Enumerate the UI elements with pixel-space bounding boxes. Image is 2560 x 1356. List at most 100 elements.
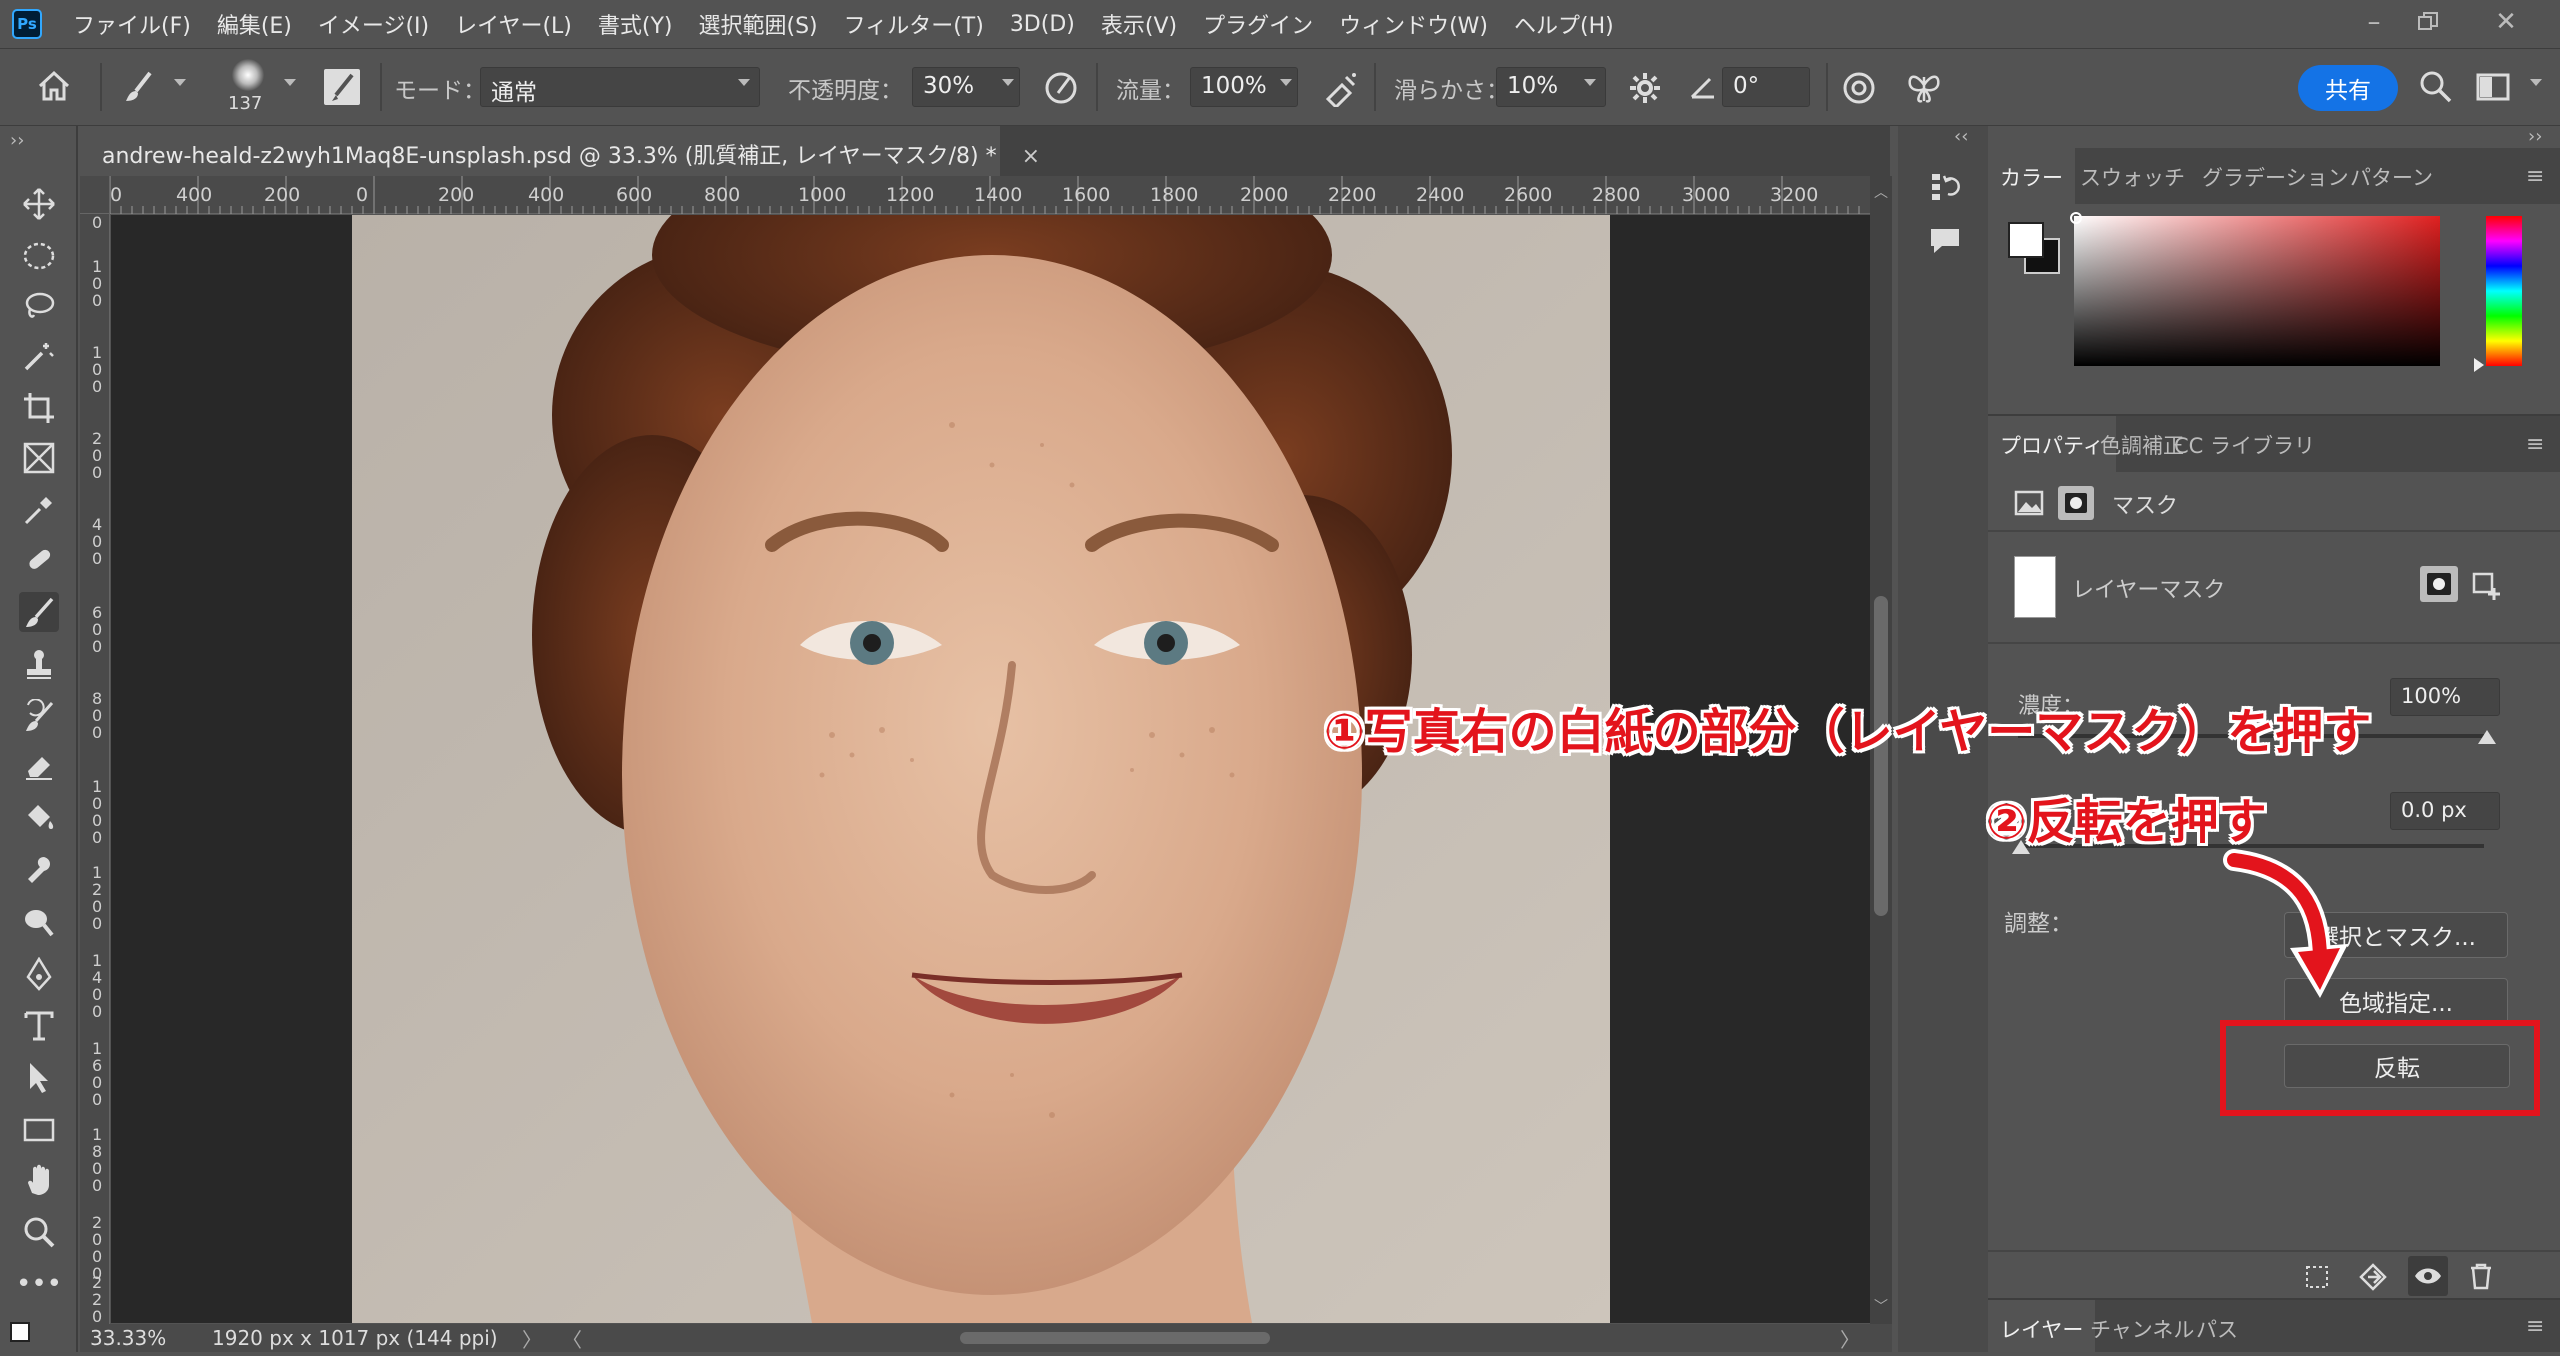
menu-select[interactable]: 選択範囲(S)	[686, 8, 831, 40]
density-input[interactable]: 100%	[2390, 678, 2500, 716]
move-tool-icon[interactable]	[19, 184, 59, 224]
rectangle-tool-icon[interactable]	[19, 1110, 59, 1150]
pressure-opacity-icon[interactable]	[1042, 69, 1080, 111]
scroll-up-icon[interactable]: ︿	[1874, 182, 1888, 202]
foreground-color-icon[interactable]	[10, 1322, 30, 1342]
paint-bucket-tool-icon[interactable]	[19, 798, 59, 838]
tab-cc-libraries[interactable]: CC ライブラリ	[2162, 416, 2327, 472]
crop-tool-icon[interactable]	[19, 388, 59, 428]
tab-paths[interactable]: パス	[2184, 1300, 2250, 1356]
symmetry-butterfly-icon[interactable]	[1904, 69, 1944, 111]
minimize-icon[interactable]: –	[2348, 0, 2400, 44]
more-tools-icon[interactable]: •••	[16, 1264, 62, 1304]
apply-pixel-mask-icon[interactable]	[2420, 566, 2458, 602]
fg-color-swatch[interactable]	[2008, 222, 2044, 258]
layer-mask-icon[interactable]	[2058, 486, 2094, 520]
menu-filter[interactable]: フィルター(T)	[831, 8, 997, 40]
ruler-label: 2400	[1416, 184, 1465, 206]
properties-panel-menu-icon[interactable]: ≡	[2526, 432, 2544, 457]
expand-dock-icon[interactable]: ‹‹	[1954, 126, 1968, 147]
scroll-down-icon[interactable]: ﹀	[1874, 1296, 1888, 1316]
hue-slider-handle[interactable]	[2474, 358, 2484, 372]
tools-panel: ›› •••	[0, 126, 78, 1352]
load-selection-icon[interactable]	[2304, 1264, 2330, 1294]
brush-panel-icon[interactable]	[324, 69, 360, 105]
tab-color[interactable]: カラー	[1988, 148, 2075, 204]
healing-brush-tool-icon[interactable]	[19, 540, 59, 580]
pressure-size-icon[interactable]	[1840, 69, 1878, 111]
opacity-input[interactable]: 30%	[912, 67, 1020, 107]
brush-tip-icon[interactable]	[232, 59, 264, 91]
menu-help[interactable]: ヘルプ(H)	[1501, 8, 1627, 40]
hand-tool-icon[interactable]	[19, 1160, 59, 1200]
menu-view[interactable]: 表示(V)	[1088, 8, 1190, 40]
tab-gradients[interactable]: グラデーション	[2190, 148, 2361, 204]
zoom-level[interactable]: 33.33%	[90, 1326, 166, 1350]
feather-input[interactable]: 0.0 px	[2390, 792, 2500, 830]
add-vector-mask-icon[interactable]	[2470, 568, 2504, 606]
zoom-tool-icon[interactable]	[19, 1212, 59, 1252]
close-window-icon[interactable]: ✕	[2480, 0, 2532, 44]
hscroll-right-icon[interactable]: 〉	[1840, 1324, 1860, 1353]
restore-icon[interactable]	[2402, 0, 2454, 44]
brush-tool-icon[interactable]	[19, 592, 59, 632]
close-document-icon[interactable]: ×	[1022, 144, 1040, 169]
color-panel-menu-icon[interactable]: ≡	[2526, 164, 2544, 189]
color-picker-field[interactable]	[2074, 216, 2440, 366]
marquee-tool-icon[interactable]	[19, 236, 59, 276]
menu-file[interactable]: ファイル(F)	[60, 8, 204, 40]
hscroll-left-icon[interactable]: 〈	[562, 1324, 582, 1353]
color-picker-cursor[interactable]	[2070, 212, 2082, 224]
airbrush-icon[interactable]	[1320, 69, 1360, 111]
menu-3d[interactable]: 3D(D)	[997, 12, 1088, 37]
comments-panel-icon[interactable]	[1928, 226, 1962, 260]
pen-tool-icon[interactable]	[19, 954, 59, 994]
workspace-icon[interactable]	[2476, 71, 2512, 107]
document-tab[interactable]: andrew-heald-z2wyh1Maq8E-unsplash.psd @ …	[80, 126, 1040, 176]
type-tool-icon[interactable]	[19, 1006, 59, 1046]
history-brush-tool-icon[interactable]	[19, 696, 59, 736]
search-icon[interactable]	[2418, 69, 2454, 109]
tab-swatches[interactable]: スウォッチ	[2068, 148, 2197, 204]
tab-patterns[interactable]: パターン	[2338, 148, 2445, 204]
lasso-tool-icon[interactable]	[19, 286, 59, 326]
smoothing-settings-gear-icon[interactable]	[1628, 71, 1662, 109]
mode-select[interactable]: 通常	[480, 67, 760, 107]
menu-bar: Ps ファイル(F) 編集(E) イメージ(I) レイヤー(L) 書式(Y) 選…	[0, 0, 2560, 48]
delete-mask-icon[interactable]	[2468, 1262, 2494, 1294]
menu-image[interactable]: イメージ(I)	[305, 8, 442, 40]
toggle-mask-visibility-icon[interactable]	[2408, 1256, 2448, 1296]
menu-edit[interactable]: 編集(E)	[204, 8, 305, 40]
eyedropper-tool-icon[interactable]	[19, 490, 59, 530]
brush-preset-icon[interactable]	[120, 67, 160, 111]
magic-wand-tool-icon[interactable]	[19, 336, 59, 376]
clone-stamp-tool-icon[interactable]	[19, 644, 59, 684]
density-slider-handle[interactable]	[2478, 730, 2496, 744]
document-title: andrew-heald-z2wyh1Maq8E-unsplash.psd @ …	[102, 144, 997, 169]
collapse-panels-icon[interactable]: ››	[2528, 126, 2542, 147]
document-photo[interactable]	[352, 215, 1610, 1323]
smudge-tool-icon[interactable]	[19, 850, 59, 890]
hue-slider[interactable]	[2486, 216, 2522, 366]
menu-type[interactable]: 書式(Y)	[585, 8, 686, 40]
share-button[interactable]: 共有	[2298, 65, 2398, 111]
status-expand-icon[interactable]: 〉	[522, 1324, 542, 1353]
angle-input[interactable]: 0°	[1722, 67, 1810, 107]
flow-input[interactable]: 100%	[1190, 67, 1298, 107]
eraser-tool-icon[interactable]	[19, 746, 59, 786]
menu-window[interactable]: ウィンドウ(W)	[1326, 8, 1501, 40]
apply-mask-icon[interactable]	[2358, 1262, 2388, 1296]
smoothing-input[interactable]: 10%	[1496, 67, 1606, 107]
layers-panel-menu-icon[interactable]: ≡	[2526, 1314, 2544, 1339]
menu-layer[interactable]: レイヤー(L)	[442, 8, 585, 40]
horizontal-scrollbar-thumb[interactable]	[960, 1332, 1270, 1344]
history-panel-icon[interactable]	[1928, 170, 1962, 208]
path-selection-tool-icon[interactable]	[19, 1058, 59, 1098]
layer-mask-thumbnail[interactable]	[2014, 556, 2056, 618]
home-icon[interactable]	[36, 69, 72, 107]
frame-tool-icon[interactable]	[19, 438, 59, 478]
dodge-tool-icon[interactable]	[19, 902, 59, 942]
pixel-mask-icon[interactable]	[2014, 490, 2044, 520]
collapse-toolbar-icon[interactable]: ››	[10, 130, 24, 151]
menu-plugins[interactable]: プラグイン	[1190, 8, 1326, 40]
